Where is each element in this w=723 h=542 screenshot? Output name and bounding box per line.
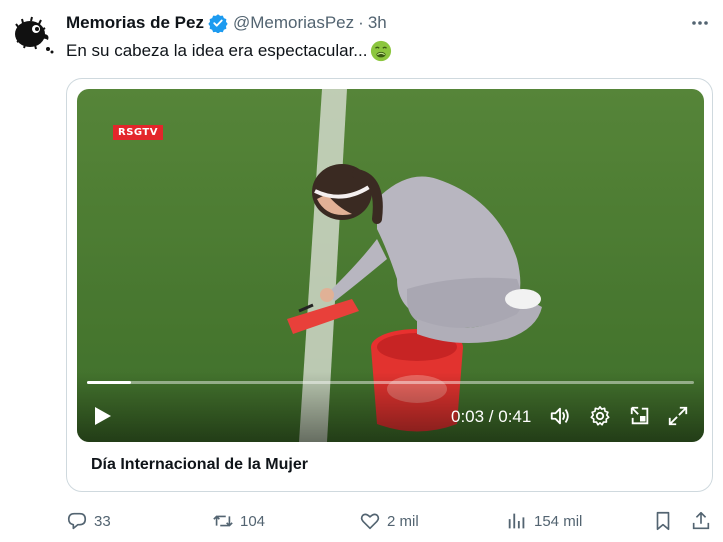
- avatar[interactable]: [10, 12, 54, 56]
- gear-icon: [590, 406, 610, 426]
- channel-logo: RSGTV: [113, 125, 163, 140]
- timestamp[interactable]: 3h: [368, 13, 387, 33]
- nauseated-face-emoji-icon: [371, 40, 392, 62]
- fullscreen-icon: [668, 406, 688, 426]
- play-icon: [95, 407, 111, 425]
- more-options-button[interactable]: [689, 12, 711, 34]
- tweet-body: En su cabeza la idea era espectacular...: [66, 41, 368, 60]
- picture-in-picture-icon: [630, 406, 649, 425]
- like-count: 2 mil: [387, 512, 419, 530]
- share-button[interactable]: [690, 510, 712, 532]
- video-player[interactable]: RSGTV 0:03 / 0:41: [77, 89, 704, 442]
- share-icon: [692, 511, 710, 530]
- views-count: 154 mil: [534, 512, 583, 530]
- play-button[interactable]: [91, 405, 113, 427]
- pufferfish-avatar-icon: [15, 16, 54, 54]
- reply-count: 33: [94, 512, 111, 530]
- separator-dot: ·: [358, 13, 364, 32]
- heart-icon: [360, 513, 380, 530]
- video-progress-fill: [87, 381, 132, 384]
- like-button[interactable]: 2 mil: [359, 510, 419, 532]
- bookmark-button[interactable]: [652, 510, 674, 532]
- tweet-header: Memorias de Pez @MemoriasPez · 3h: [66, 12, 387, 34]
- author-handle[interactable]: @MemoriasPez: [233, 13, 354, 33]
- picture-in-picture-button[interactable]: [629, 405, 651, 427]
- volume-icon: [550, 407, 569, 425]
- tweet-text: En su cabeza la idea era espectacular...: [66, 40, 392, 62]
- verified-badge-icon: [208, 13, 228, 34]
- video-progress-bar[interactable]: [87, 381, 694, 384]
- video-time: 0:03 / 0:41: [451, 407, 532, 426]
- bookmark-icon: [656, 511, 670, 531]
- media-card[interactable]: RSGTV 0:03 / 0:41 Día Internacional de l…: [66, 78, 713, 492]
- views-button[interactable]: 154 mil: [506, 510, 582, 532]
- author-name[interactable]: Memorias de Pez: [66, 13, 204, 33]
- reply-button[interactable]: 33: [66, 510, 111, 532]
- reply-icon: [67, 512, 87, 530]
- action-bar: 33 104 2 mil 154 mil: [0, 506, 723, 536]
- volume-button[interactable]: [549, 405, 571, 427]
- fullscreen-button[interactable]: [667, 405, 689, 427]
- settings-button[interactable]: [589, 405, 611, 427]
- retweet-count: 104: [240, 512, 266, 530]
- more-dots-icon: [692, 21, 708, 25]
- views-chart-icon: [508, 513, 525, 529]
- retweet-button[interactable]: 104: [212, 510, 265, 532]
- retweet-icon: [213, 515, 233, 527]
- video-caption: Día Internacional de la Mujer: [91, 456, 308, 473]
